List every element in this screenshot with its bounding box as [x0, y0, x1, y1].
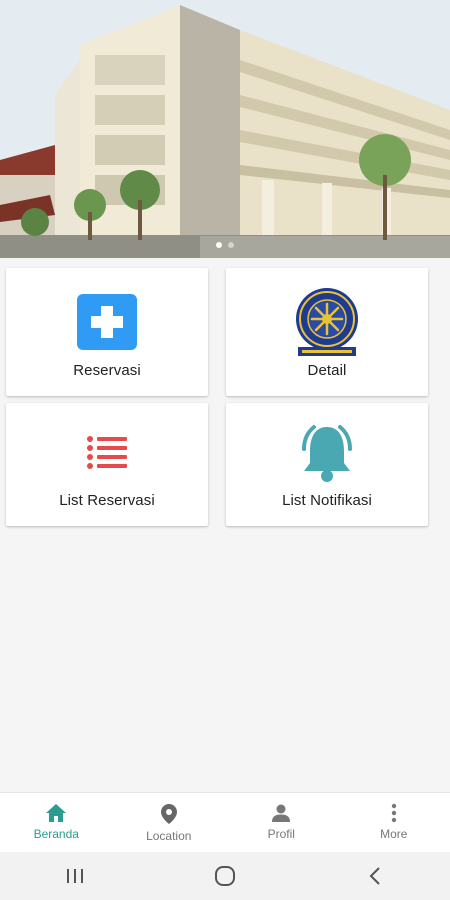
nav-item-location[interactable]: Location: [113, 793, 226, 852]
detail-label: Detail: [307, 362, 347, 379]
list-notifikasi-label: List Notifikasi: [282, 492, 372, 509]
building-photo: [0, 0, 450, 258]
medical-cross-icon: [77, 294, 137, 355]
list-reservasi-card[interactable]: List Reservasi: [6, 403, 208, 526]
banner-carousel[interactable]: [0, 0, 450, 258]
home-icon: [46, 804, 67, 822]
reservasi-card[interactable]: Reservasi: [6, 268, 208, 396]
back-icon: [369, 867, 380, 885]
reservasi-label: Reservasi: [73, 362, 141, 379]
nav-item-profil[interactable]: Profil: [225, 793, 338, 852]
nav-item-more[interactable]: More: [338, 793, 450, 852]
list-icon: [86, 435, 128, 474]
nav-label: Profil: [267, 827, 295, 841]
person-icon: [272, 804, 291, 822]
recents-icon: [67, 869, 83, 883]
nav-item-beranda[interactable]: Beranda: [0, 793, 113, 852]
list-reservasi-label: List Reservasi: [59, 492, 155, 509]
recents-button[interactable]: [45, 856, 105, 896]
more-vertical-icon: [391, 803, 396, 823]
back-button[interactable]: [345, 856, 405, 896]
home-button[interactable]: [195, 856, 255, 896]
home-circle-icon: [215, 866, 235, 886]
carousel-indicator: [0, 242, 450, 248]
nav-label: More: [380, 827, 408, 841]
list-notifikasi-card[interactable]: List Notifikasi: [226, 403, 428, 526]
nav-label: Beranda: [33, 827, 79, 841]
system-navigation-bar: [0, 852, 450, 900]
detail-card[interactable]: Detail: [226, 268, 428, 396]
carousel-dot[interactable]: [216, 242, 222, 248]
nav-label: Location: [146, 829, 192, 843]
bell-ringing-icon: [292, 421, 362, 488]
carousel-dot[interactable]: [228, 242, 234, 248]
bottom-navigation: Beranda Location Profil More: [0, 792, 450, 852]
university-logo-icon: [294, 288, 360, 361]
location-pin-icon: [160, 804, 177, 824]
